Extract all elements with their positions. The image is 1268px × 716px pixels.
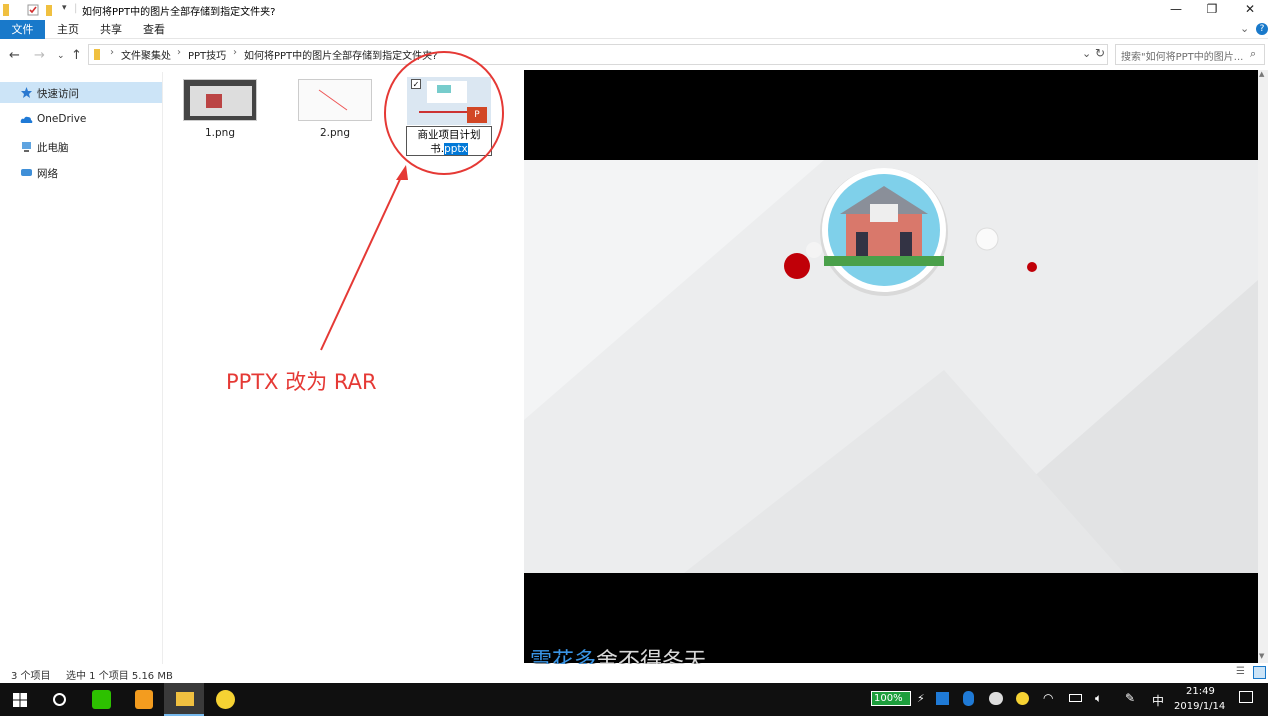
taskbar-qqmusic[interactable]	[205, 683, 245, 716]
wechat-tray-icon[interactable]	[989, 692, 1003, 705]
taskbar-app[interactable]	[123, 683, 163, 716]
bluetooth-icon[interactable]	[963, 691, 974, 706]
ime-indicator[interactable]: 中	[1152, 692, 1164, 709]
selection-info: 选中 1 个项目 5.16 MB	[66, 671, 173, 682]
wifi-icon[interactable]: ◠	[1043, 691, 1053, 705]
cortana-button[interactable]	[40, 683, 80, 716]
scrollbar[interactable]: ▲ ▼	[1258, 70, 1268, 663]
circle-icon	[53, 693, 66, 706]
battery-indicator[interactable]: 100%	[871, 691, 911, 706]
wechat-icon	[92, 690, 111, 709]
item-count: 3 个项目	[11, 671, 51, 682]
clock-time[interactable]: 21:49	[1186, 686, 1215, 697]
pen-icon[interactable]: ✎	[1125, 691, 1135, 705]
preview-pane	[524, 70, 1258, 663]
app-icon	[135, 690, 153, 709]
power-plug-icon: ⚡	[917, 692, 925, 705]
details-view-icon[interactable]: ☰	[1236, 666, 1245, 677]
notification-icon[interactable]	[1239, 691, 1253, 703]
annotation-text: PPTX 改为 RAR	[226, 370, 377, 394]
folder-icon	[176, 692, 194, 706]
app-tray-icon[interactable]	[936, 692, 949, 705]
windows-icon	[13, 693, 27, 707]
volume-icon[interactable]: 🔈︎	[1095, 691, 1102, 706]
status-bar: 3 个项目 选中 1 个项目 5.16 MB ☰	[0, 664, 1268, 683]
large-icons-view-icon[interactable]	[1253, 666, 1266, 679]
slide-preview	[524, 160, 1258, 573]
taskbar-wechat[interactable]	[81, 683, 121, 716]
start-button[interactable]	[0, 683, 40, 716]
battery-tray-icon[interactable]	[1069, 694, 1082, 702]
taskbar-file-explorer[interactable]	[164, 683, 204, 716]
taskbar: 100% ⚡ ◠ 🔈︎ ✎ 中 21:49 2019/1/14	[0, 683, 1268, 716]
clock-date[interactable]: 2019/1/14	[1174, 701, 1225, 712]
music-tray-icon[interactable]	[1016, 692, 1029, 705]
music-icon	[216, 690, 235, 709]
